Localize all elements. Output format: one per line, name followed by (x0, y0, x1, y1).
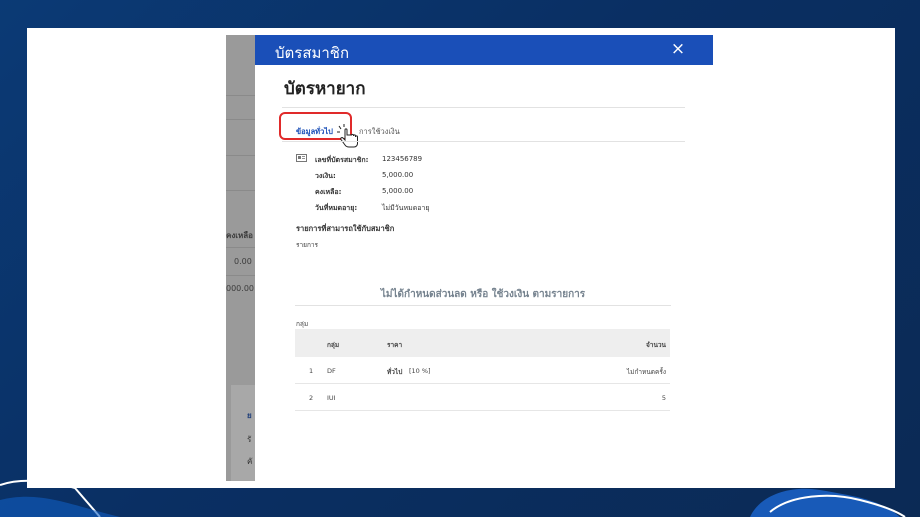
backdrop-divider (226, 190, 256, 191)
backdrop-value: 0.00 (234, 257, 252, 266)
member-card-number-row: เลขที่บัตรสมาชิก: (315, 155, 368, 166)
tab-general-info[interactable]: ข้อมูลทั่วไป (296, 126, 333, 138)
backdrop-divider (226, 95, 256, 96)
backdrop-letter: ย (247, 411, 252, 420)
column-header-amount: จำนวน (646, 341, 666, 349)
modal-title: บัตรสมาชิก (275, 44, 350, 62)
hand-pointer-icon (337, 124, 358, 148)
credit-limit-label: วงเงิน: (315, 172, 336, 180)
remaining-label: คงเหลือ: (315, 188, 342, 196)
divider (282, 141, 685, 142)
card-name-heading: บัตรหายาก (284, 79, 366, 99)
column-header-group: กลุ่ม (327, 341, 340, 349)
backdrop-header: คงเหลือ (226, 231, 253, 240)
row-price-detail: [10 %] (409, 367, 431, 375)
backdrop-panel: ย รั คั (231, 385, 255, 481)
row-group: DF (327, 367, 336, 375)
no-discount-notice: ไม่ได้กำหนดส่วนลด หรือ ใช้วงเงิน ตามรายก… (380, 289, 586, 300)
divider (295, 305, 671, 306)
remaining-value: 5,000.00 (382, 187, 414, 195)
row-amount: 5 (661, 394, 666, 402)
tab-credit-usage[interactable]: การใช้วงเงิน (359, 126, 400, 138)
divider (282, 107, 685, 108)
row-group: IUI (327, 394, 336, 402)
backdrop-letter: รั (247, 435, 252, 444)
eligible-items-title: รายการที่สามารถใช้กับสมาชิก (296, 224, 395, 233)
row-price-type: ทั่วไป (387, 368, 403, 376)
column-header-price: ราคา (387, 341, 403, 349)
id-card-icon (296, 154, 307, 162)
backdrop-value: 000.00 (226, 284, 254, 293)
backdrop-divider (226, 155, 256, 156)
member-card-modal: บัตรสมาชิก × บัตรหายาก ข้อมูลทั่วไป การใ… (255, 35, 713, 481)
credit-limit-value: 5,000.00 (382, 171, 414, 179)
modal-header: บัตรสมาชิก × (255, 35, 713, 65)
items-table-header: กลุ่ม ราคา จำนวน (295, 329, 670, 357)
backdrop-letter: คั (247, 457, 253, 466)
backdrop-divider (226, 247, 256, 248)
table-row: 1 DF ทั่วไป [10 %] ไม่กำหนดครั้ง (295, 357, 670, 384)
eligible-items-subtitle: รายการ (296, 241, 319, 249)
member-card-number-value: 123456789 (382, 155, 423, 163)
group-caption: กลุ่ม (296, 320, 309, 328)
row-amount: ไม่กำหนดครั้ง (626, 368, 666, 376)
row-number: 2 (309, 394, 314, 402)
row-number: 1 (309, 367, 314, 375)
close-icon[interactable]: × (669, 39, 687, 59)
table-row: 2 IUI 5 (295, 384, 670, 411)
expiry-value: ไม่มีวันหมดอายุ (382, 204, 430, 212)
member-card-number-label: เลขที่บัตรสมาชิก: (315, 156, 369, 164)
backdrop-divider (226, 275, 256, 276)
expiry-label: วันที่หมดอายุ: (315, 204, 358, 212)
backdrop-divider (226, 119, 256, 120)
